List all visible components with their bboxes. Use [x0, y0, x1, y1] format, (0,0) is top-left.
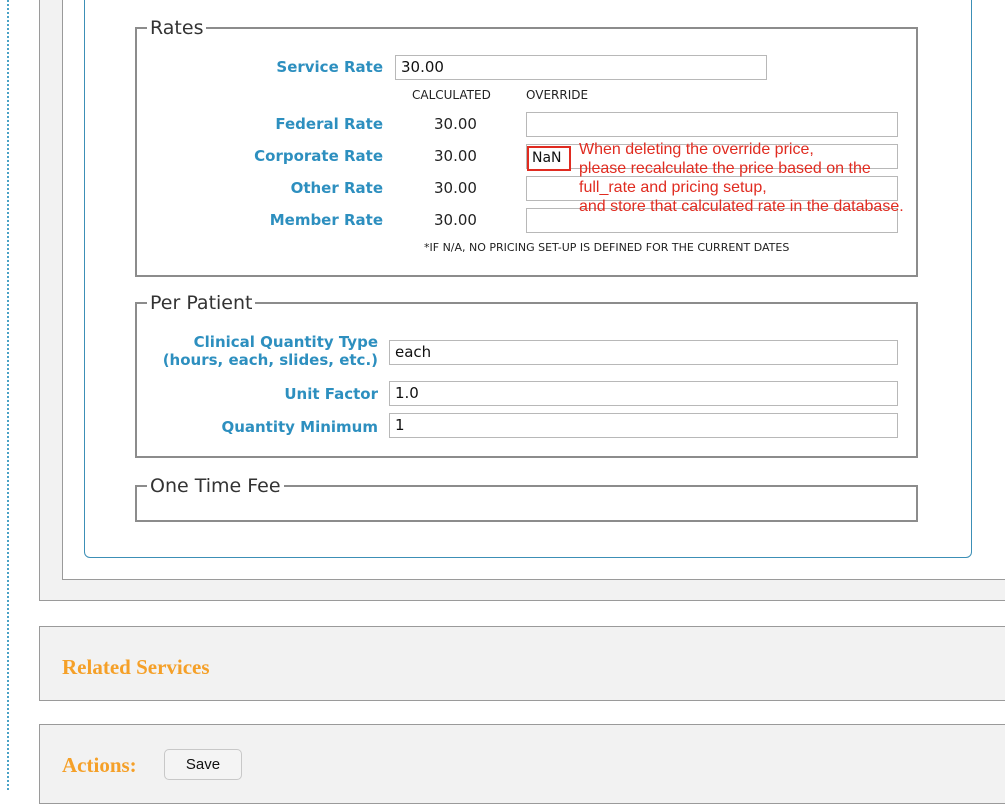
related-services-title: Related Services — [62, 655, 210, 679]
corporate-rate-calculated: 30.00 — [434, 147, 477, 165]
left-dotted-guide — [7, 0, 9, 790]
one-time-fee-legend: One Time Fee — [150, 475, 281, 497]
federal-rate-override-input[interactable] — [526, 112, 898, 137]
clinical-quantity-type-input[interactable]: each — [389, 340, 898, 365]
rates-legend: Rates — [150, 17, 204, 39]
override-column-header: OVERRIDE — [526, 88, 589, 102]
federal-rate-calculated: 30.00 — [434, 115, 477, 133]
per-patient-legend: Per Patient — [150, 292, 253, 314]
member-rate-label: Member Rate — [269, 211, 383, 229]
clinical-quantity-type-label: Clinical Quantity Type — [193, 333, 378, 351]
quantity-minimum-label: Quantity Minimum — [221, 418, 378, 436]
clinical-quantity-type-hint: (hours, each, slides, etc.) — [162, 351, 378, 369]
other-rate-calculated: 30.00 — [434, 179, 477, 197]
corporate-rate-label: Corporate Rate — [254, 147, 383, 165]
other-rate-label: Other Rate — [290, 179, 383, 197]
pricing-footnote: *IF N/A, NO PRICING SET-UP IS DEFINED FO… — [424, 241, 790, 254]
unit-factor-label: Unit Factor — [284, 385, 378, 403]
actions-title: Actions: — [62, 753, 137, 777]
federal-rate-label: Federal Rate — [275, 115, 383, 133]
calculated-column-header: CALCULATED — [412, 88, 491, 102]
service-rate-input[interactable]: 30.00 — [395, 55, 767, 80]
save-button[interactable]: Save — [164, 749, 242, 780]
member-rate-calculated: 30.00 — [434, 211, 477, 229]
corporate-rate-override-value[interactable]: NaN — [527, 146, 571, 171]
quantity-minimum-input[interactable]: 1 — [389, 413, 898, 438]
one-time-fee-fieldset: One Time Fee — [135, 475, 918, 522]
unit-factor-input[interactable]: 1.0 — [389, 381, 898, 406]
service-rate-label: Service Rate — [276, 58, 383, 76]
review-annotation: When deleting the override price, please… — [579, 141, 904, 215]
